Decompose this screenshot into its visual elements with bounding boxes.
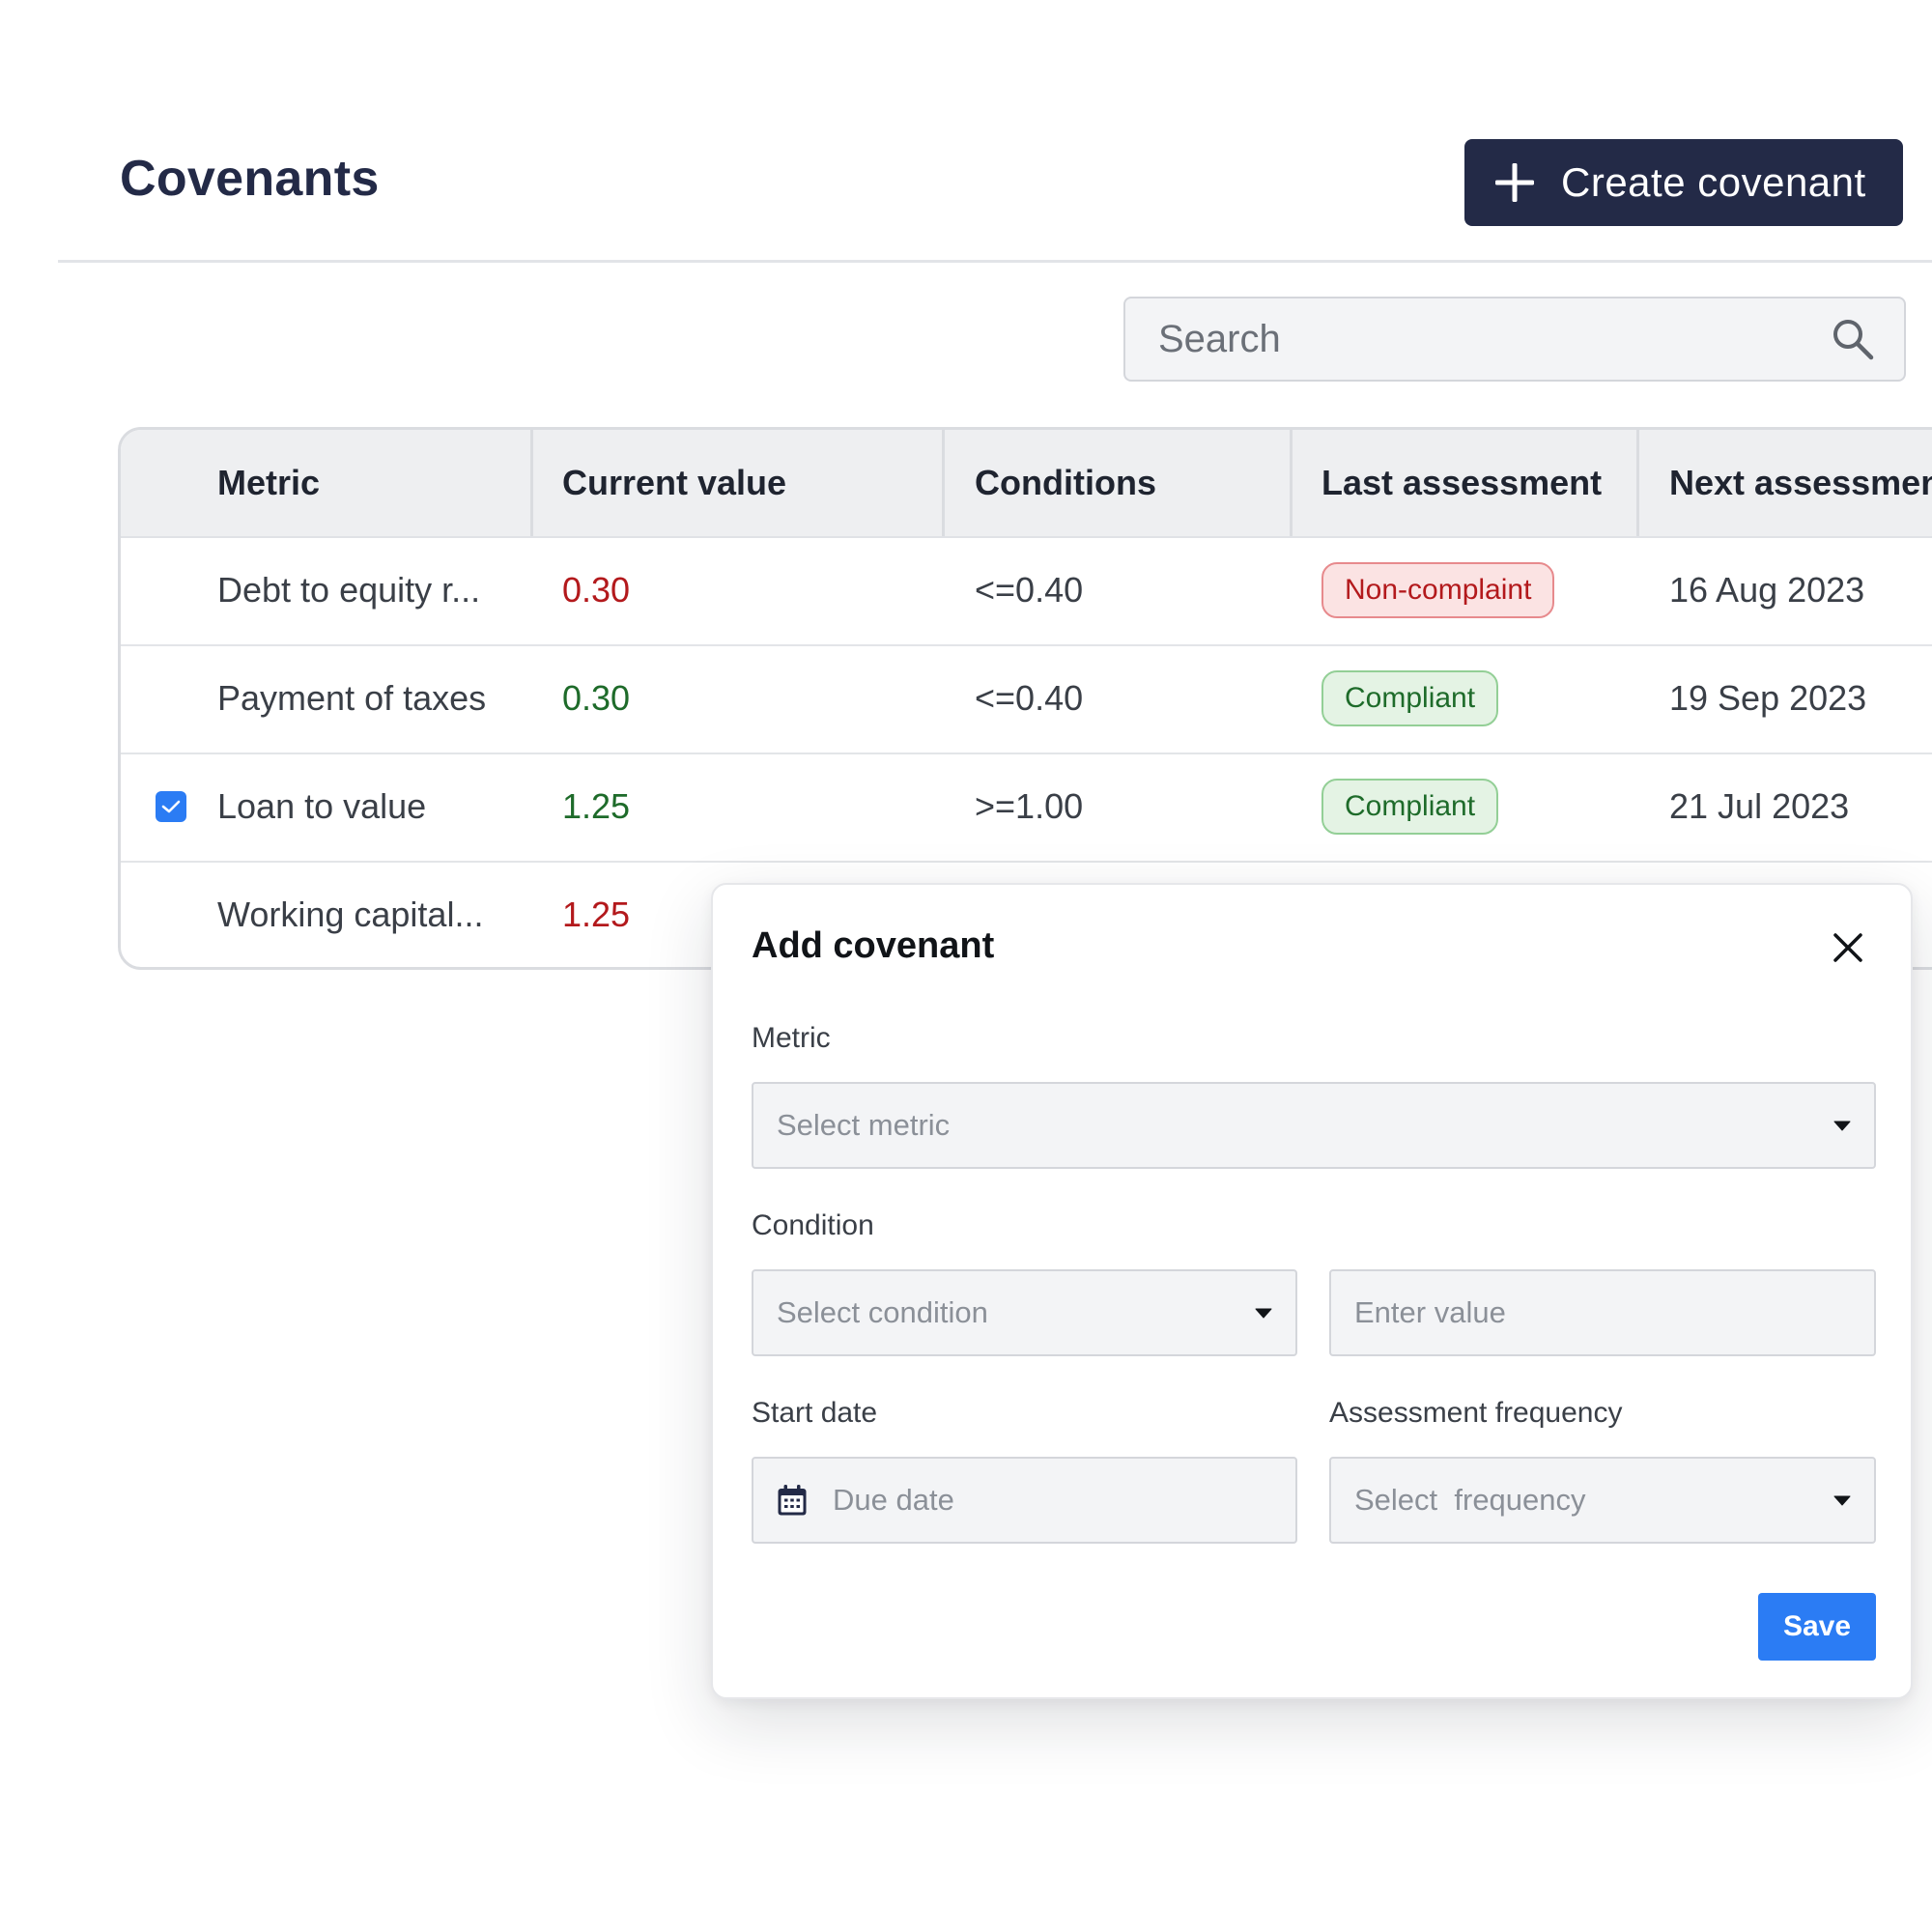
search-input[interactable]: [1156, 316, 1831, 362]
frequency-select-placeholder: Select frequency: [1354, 1483, 1586, 1517]
metric-select-placeholder: Select metric: [777, 1108, 951, 1142]
start-date-label: Start date: [752, 1397, 878, 1429]
add-covenant-modal: Add covenant Metric Select metric Condit…: [711, 883, 1913, 1699]
caret-down-icon: [1833, 1121, 1851, 1130]
metric-cell: Payment of taxes: [217, 678, 487, 718]
column-header-last-assessment[interactable]: Last assessment: [1321, 430, 1602, 536]
column-divider: [530, 430, 533, 536]
caret-down-icon: [1255, 1308, 1272, 1318]
current-value-cell: 1.25: [562, 786, 631, 826]
metric-cell: Debt to equity r...: [217, 570, 481, 610]
covenants-page: Covenants Create covenant Metric Current…: [0, 0, 1932, 1932]
current-value-cell: 0.30: [562, 570, 631, 610]
close-icon[interactable]: [1832, 931, 1864, 964]
next-assessment-cell: 16 Aug 2023: [1669, 570, 1865, 610]
search-box[interactable]: [1123, 297, 1906, 382]
column-divider: [1290, 430, 1293, 536]
condition-cell: <=0.40: [975, 570, 1084, 610]
assessment-frequency-select[interactable]: Select frequency: [1329, 1457, 1876, 1544]
last-assessment-cell: Non-complaint: [1321, 536, 1555, 644]
next-assessment-cell: 19 Sep 2023: [1669, 678, 1867, 718]
table-row[interactable]: Payment of taxes 0.30 <=0.40 Compliant 1…: [121, 644, 1932, 754]
next-assessment-cell: 21 Jul 2023: [1669, 786, 1850, 826]
header-divider: [58, 260, 1932, 263]
search-icon[interactable]: [1831, 317, 1875, 361]
plus-icon: [1495, 163, 1534, 202]
condition-cell: >=1.00: [975, 786, 1084, 826]
metric-select[interactable]: Select metric: [752, 1082, 1876, 1169]
current-value-cell: 0.30: [562, 678, 631, 718]
page-title: Covenants: [120, 151, 380, 207]
metric-cell: Working capital...: [217, 895, 484, 934]
status-badge: Non-complaint: [1321, 562, 1555, 618]
table-row[interactable]: Loan to value 1.25 >=1.00 Compliant 21 J…: [121, 753, 1932, 863]
save-button[interactable]: Save: [1758, 1593, 1876, 1661]
condition-cell: <=0.40: [975, 678, 1084, 718]
assessment-frequency-label: Assessment frequency: [1329, 1397, 1623, 1429]
caret-down-icon: [1833, 1495, 1851, 1505]
column-divider: [1636, 430, 1639, 536]
condition-select-placeholder: Select condition: [777, 1295, 988, 1329]
calendar-icon: [778, 1485, 807, 1516]
status-badge: Compliant: [1321, 779, 1499, 835]
last-assessment-cell: Compliant: [1321, 644, 1499, 753]
modal-title: Add covenant: [752, 925, 995, 966]
column-header-next-assessment[interactable]: Next assessmen: [1669, 430, 1932, 536]
table-row[interactable]: Debt to equity r... 0.30 <=0.40 Non-comp…: [121, 536, 1932, 646]
column-header-metric[interactable]: Metric: [217, 430, 320, 536]
column-divider: [942, 430, 945, 536]
condition-label: Condition: [752, 1209, 874, 1241]
status-badge: Compliant: [1321, 670, 1499, 726]
start-date-placeholder: Due date: [833, 1483, 954, 1517]
create-covenant-label: Create covenant: [1561, 159, 1866, 205]
last-assessment-cell: Compliant: [1321, 753, 1499, 861]
column-header-conditions[interactable]: Conditions: [975, 430, 1156, 536]
row-checkbox[interactable]: [156, 791, 186, 822]
metric-label: Metric: [752, 1022, 831, 1054]
value-input-placeholder: Enter value: [1354, 1295, 1506, 1329]
create-covenant-button[interactable]: Create covenant: [1464, 139, 1903, 226]
column-header-current-value[interactable]: Current value: [562, 430, 786, 536]
condition-select[interactable]: Select condition: [752, 1269, 1297, 1356]
check-icon: [161, 800, 181, 813]
current-value-cell: 1.25: [562, 895, 631, 934]
start-date-picker[interactable]: Due date: [752, 1457, 1297, 1544]
metric-cell: Loan to value: [217, 786, 427, 826]
table-header: Metric Current value Conditions Last ass…: [121, 430, 1932, 538]
value-input[interactable]: Enter value: [1329, 1269, 1876, 1356]
